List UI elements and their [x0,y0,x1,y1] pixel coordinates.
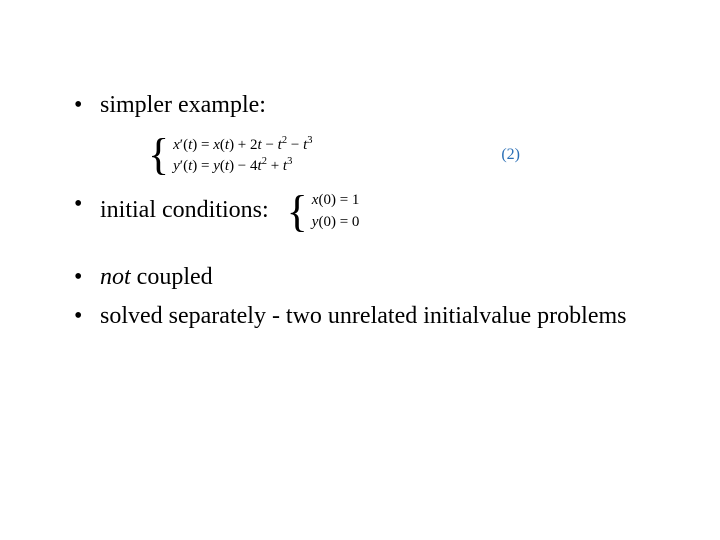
bullet-text: initial conditions: [100,195,269,226]
equation-system-row: { x′(t) = x(t) + 2t − t2 − t3 y′(t) = y(… [60,135,660,175]
ic-line-1: x(0) = 1 [312,191,360,211]
equation-line-1: x′(t) = x(t) + 2t − t2 − t3 [173,135,312,154]
equation-system: { x′(t) = x(t) + 2t − t2 − t3 y′(t) = y(… [148,135,312,175]
equation-line-2: y′(t) = y(t) − 4t2 + t3 [173,156,312,175]
left-brace-icon: { [148,143,169,167]
equation-number: (2) [501,146,660,164]
initial-conditions-system: { x(0) = 1 y(0) = 0 [287,189,360,232]
bullet-initial-conditions: initial conditions: { x(0) = 1 y(0) = 0 [60,189,660,232]
left-brace-icon: { [287,200,308,224]
bullet-list: simpler example: { x′(t) = x(t) + 2t − t… [60,90,660,333]
ic-line-2: y(0) = 0 [312,213,360,233]
bullet-text: solved separately - two unrelated initia… [100,303,627,329]
bullet-simpler-example: simpler example: [60,90,660,121]
bullet-solved-separately: solved separately - two unrelated initia… [60,301,660,332]
bullet-text: simpler example: [100,92,266,118]
italic-word: not [100,264,131,290]
bullet-text-rest: coupled [131,264,213,290]
bullet-not-coupled: not coupled [60,262,660,293]
